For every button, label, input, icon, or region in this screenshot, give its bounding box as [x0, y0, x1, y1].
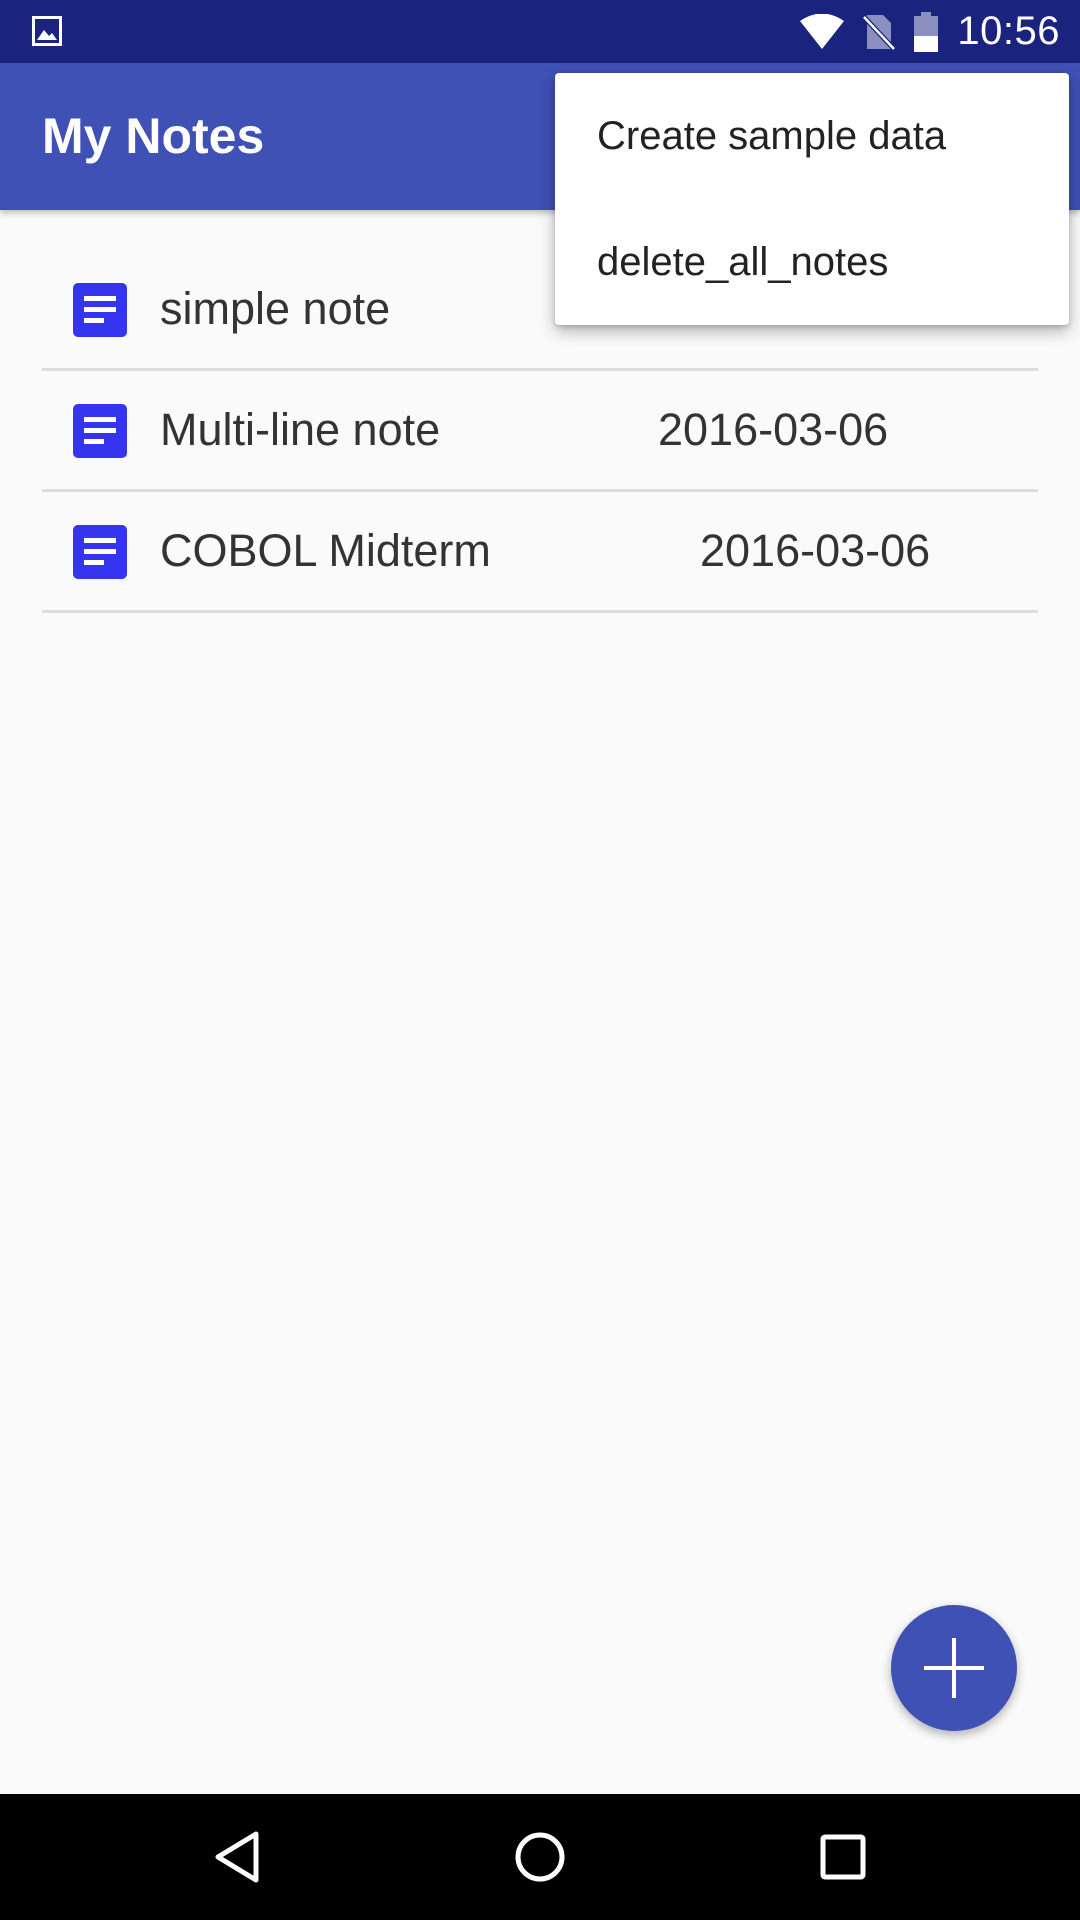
note-icon — [73, 525, 127, 579]
note-title: simple note — [160, 283, 391, 334]
home-button[interactable] — [505, 1822, 575, 1892]
note-row-multi-line-note[interactable]: Multi-line note 2016-03-06 — [42, 371, 1038, 492]
note-date: 2016-03-06 — [658, 404, 889, 455]
menu-item-delete-all-notes[interactable]: delete_all_notes — [555, 199, 1069, 325]
overflow-menu: Create sample data delete_all_notes — [555, 73, 1069, 325]
note-title: COBOL Midterm — [160, 525, 491, 576]
note-icon — [73, 283, 127, 337]
screen: 10:56 My Notes simple note Multi-line no… — [0, 0, 1080, 1920]
wifi-icon — [799, 13, 845, 50]
navigation-bar — [0, 1794, 1080, 1920]
add-note-button[interactable] — [891, 1605, 1017, 1731]
plus-icon — [922, 1636, 986, 1700]
status-bar: 10:56 — [0, 0, 1080, 63]
recents-button[interactable] — [808, 1822, 878, 1892]
back-icon — [212, 1830, 262, 1884]
note-date: 2016-03-06 — [700, 525, 931, 576]
back-button[interactable] — [202, 1822, 272, 1892]
recents-icon — [818, 1832, 868, 1882]
status-icons: 10:56 — [799, 0, 1060, 63]
status-time: 10:56 — [957, 9, 1060, 53]
home-icon — [513, 1830, 567, 1884]
image-notification-icon — [32, 16, 62, 46]
no-sim-icon — [863, 13, 896, 51]
battery-icon — [913, 11, 939, 52]
note-row-cobol-midterm[interactable]: COBOL Midterm 2016-03-06 — [42, 492, 1038, 613]
menu-item-create-sample-data[interactable]: Create sample data — [555, 73, 1069, 199]
note-icon — [73, 404, 127, 458]
app-title: My Notes — [42, 108, 265, 164]
note-title: Multi-line note — [160, 404, 441, 455]
